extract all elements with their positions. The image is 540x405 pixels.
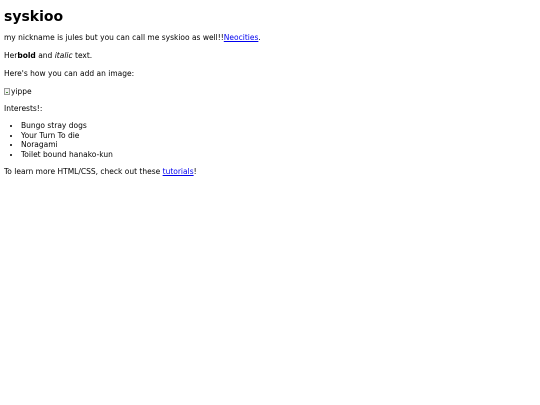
neocities-link[interactable]: Neocities bbox=[224, 33, 259, 42]
formatting-suffix: text. bbox=[72, 51, 93, 61]
formatting-prefix: Her bbox=[4, 51, 18, 61]
list-item: Bungo stray dogs bbox=[21, 121, 536, 130]
list-item: Toilet bound hanako-kun bbox=[21, 150, 536, 159]
broken-image-icon bbox=[4, 87, 10, 95]
italic-text: italic bbox=[54, 51, 73, 61]
interests-list: Bungo stray dogs Your Turn To die Noraga… bbox=[4, 121, 536, 159]
list-item: Noragami bbox=[21, 140, 536, 149]
image-placeholder: yippe bbox=[4, 87, 32, 96]
intro-text: my nickname is jules but you can call me… bbox=[4, 33, 224, 43]
footer-suffix: ! bbox=[193, 166, 197, 176]
intro-suffix: . bbox=[258, 33, 261, 43]
intro-paragraph: my nickname is jules but you can call me… bbox=[4, 33, 536, 43]
page-title: syskioo bbox=[4, 9, 64, 25]
bold-text: bold bbox=[17, 51, 36, 61]
page-content: syskioo my nickname is jules but you can… bbox=[0, 0, 540, 189]
formatting-middle: and bbox=[35, 51, 55, 61]
footer-text: To learn more HTML/CSS, check out these bbox=[4, 166, 163, 176]
image-intro: Here's how you can add an image: bbox=[4, 68, 135, 78]
tutorials-link[interactable]: tutorials bbox=[163, 167, 194, 176]
image-alt-text: yippe bbox=[11, 86, 32, 96]
interests-label: Interests!: bbox=[4, 103, 43, 113]
formatting-paragraph: Herbold and italic text. bbox=[4, 51, 536, 61]
list-item: Your Turn To die bbox=[21, 131, 536, 140]
footer-paragraph: To learn more HTML/CSS, check out these … bbox=[4, 167, 536, 177]
